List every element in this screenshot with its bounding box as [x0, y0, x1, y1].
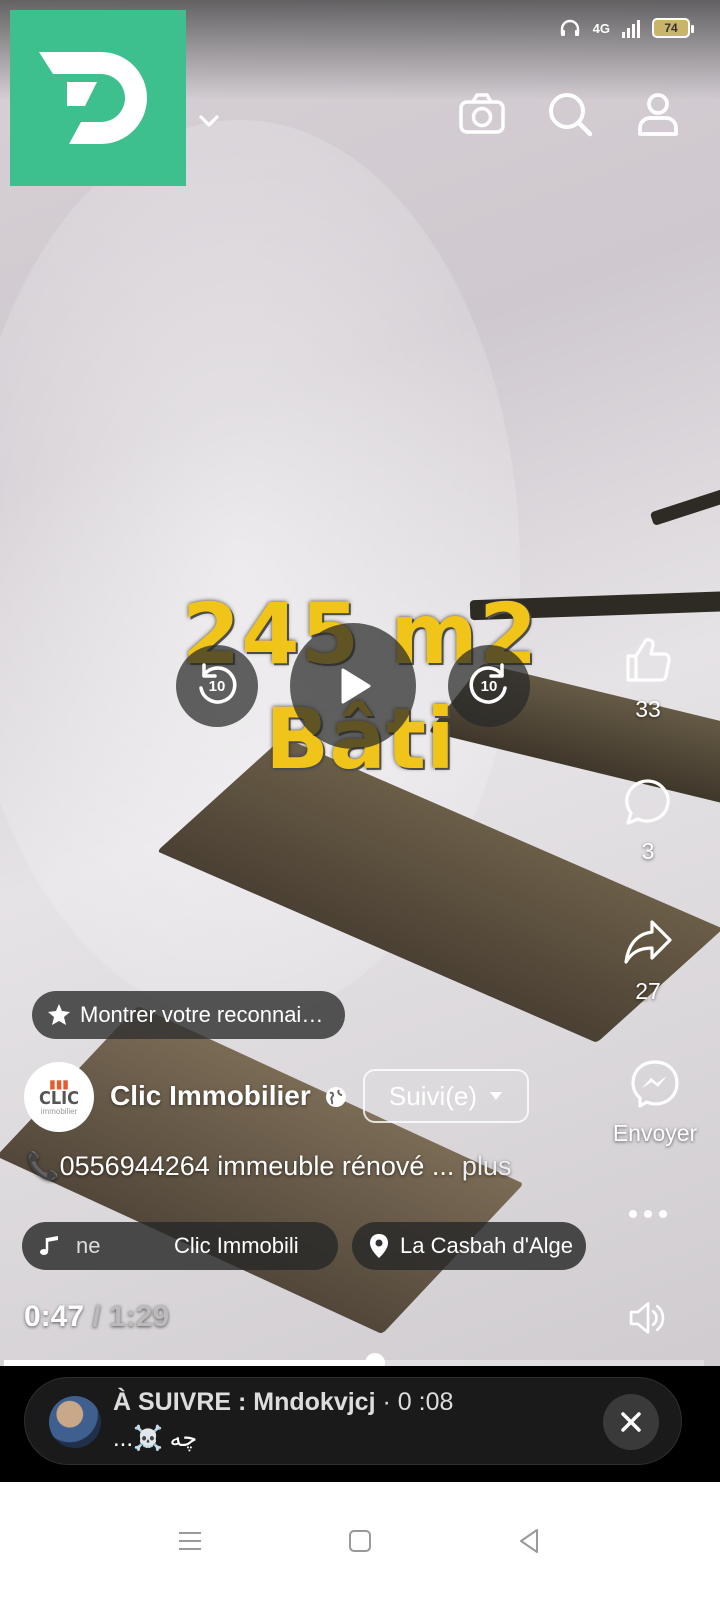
brand-logo-icon — [39, 52, 147, 144]
location-chip[interactable]: La Casbah d'Alge — [352, 1222, 586, 1270]
music-note-icon — [40, 1236, 58, 1255]
forward-seconds: 10 — [480, 677, 498, 695]
menu-icon[interactable] — [175, 1526, 205, 1556]
up-next-title: ...☠️ چه — [113, 1425, 198, 1452]
play-button[interactable] — [290, 623, 416, 749]
video-frame-stair — [649, 487, 720, 527]
comment-count: 3 — [641, 838, 655, 864]
profile-icon[interactable] — [634, 90, 682, 138]
send-action[interactable]: Envoyer — [600, 1058, 710, 1147]
see-more-link[interactable]: plus — [462, 1151, 512, 1181]
app-logo[interactable] — [10, 10, 186, 186]
comment-action[interactable]: 3 — [598, 776, 698, 865]
total-duration: 1:29 — [109, 1300, 170, 1333]
like-count: 33 — [635, 696, 661, 722]
like-action[interactable]: 33 — [598, 634, 698, 723]
rewind-10-button[interactable]: 10 — [176, 645, 258, 727]
show-appreciation-button[interactable]: Montrer votre reconnai… — [32, 991, 346, 1039]
follow-label: Suivi(e) — [388, 1080, 478, 1111]
send-label: Envoyer — [612, 1120, 698, 1146]
channel-name[interactable]: Clic Immobilier — [110, 1080, 311, 1112]
video-caption[interactable]: 📞0556944264 immeuble rénové ... plus — [26, 1150, 511, 1182]
search-icon[interactable] — [546, 90, 594, 138]
close-up-next-button[interactable] — [603, 1394, 659, 1450]
music-artist: Clic Immobili — [174, 1233, 299, 1258]
more-dots-icon — [629, 1210, 667, 1218]
sound-toggle[interactable] — [598, 1296, 698, 1340]
share-icon — [624, 920, 672, 964]
comment-icon — [625, 779, 670, 825]
camera-icon[interactable] — [458, 90, 506, 138]
signal-icon — [622, 20, 640, 38]
share-count: 27 — [635, 978, 661, 1004]
location-label: La Casbah d'Alge — [400, 1233, 573, 1258]
headphones-icon — [560, 19, 579, 36]
system-navigation-bar — [0, 1482, 720, 1600]
volume-icon — [629, 1302, 665, 1334]
back-icon[interactable] — [515, 1526, 545, 1556]
up-next-prefix: À SUIVRE : Mndokvjcj — [113, 1388, 376, 1416]
up-next-card[interactable]: À SUIVRE : Mndokvjcj · 0 :08 ...☠️ چه — [24, 1377, 682, 1465]
current-time: 0:47 — [24, 1300, 85, 1333]
caption-text: 0556944264 immeuble rénové ... — [59, 1151, 455, 1181]
status-bar: 4G 74 — [559, 18, 694, 38]
avatar-subtext: immobilier — [40, 1107, 78, 1116]
rewind-seconds: 10 — [208, 677, 226, 695]
follow-button[interactable]: Suivi(e) — [363, 1069, 529, 1123]
forward-10-button[interactable]: 10 — [448, 645, 530, 727]
phone-icon: 📞 — [26, 1151, 60, 1181]
like-icon — [626, 637, 671, 682]
close-icon — [621, 1412, 641, 1432]
avatar-text: CLIC — [38, 1088, 80, 1109]
up-next-thumbnail — [49, 1396, 101, 1448]
up-next-heading: À SUIVRE : Mndokvjcj · 0 :08 — [113, 1388, 453, 1417]
star-burst-icon — [48, 1004, 70, 1025]
caret-down-icon — [490, 1092, 503, 1100]
top-actions — [458, 90, 682, 138]
play-icon — [341, 668, 371, 704]
location-pin-icon — [370, 1234, 388, 1258]
more-options-button[interactable] — [598, 1208, 698, 1220]
up-next-time: · 0 :08 — [382, 1388, 454, 1416]
music-title: ne — [76, 1233, 101, 1258]
network-indicator: 4G — [592, 20, 610, 36]
appreciation-label: Montrer votre reconnai… — [80, 1002, 324, 1027]
share-action[interactable]: 27 — [598, 916, 698, 1005]
music-chip[interactable]: ne Clic Immobili — [22, 1222, 338, 1270]
messenger-icon — [631, 1060, 679, 1108]
time-separator: / — [92, 1300, 101, 1333]
home-icon[interactable] — [345, 1526, 375, 1556]
playback-time: 0:47 / 1:29 — [24, 1300, 169, 1334]
channel-avatar[interactable]: ▮▮▮ CLIC immobilier — [24, 1062, 94, 1132]
globe-icon — [326, 1087, 346, 1107]
battery-indicator: 74 — [652, 18, 694, 38]
chevron-down-icon[interactable] — [196, 108, 222, 134]
